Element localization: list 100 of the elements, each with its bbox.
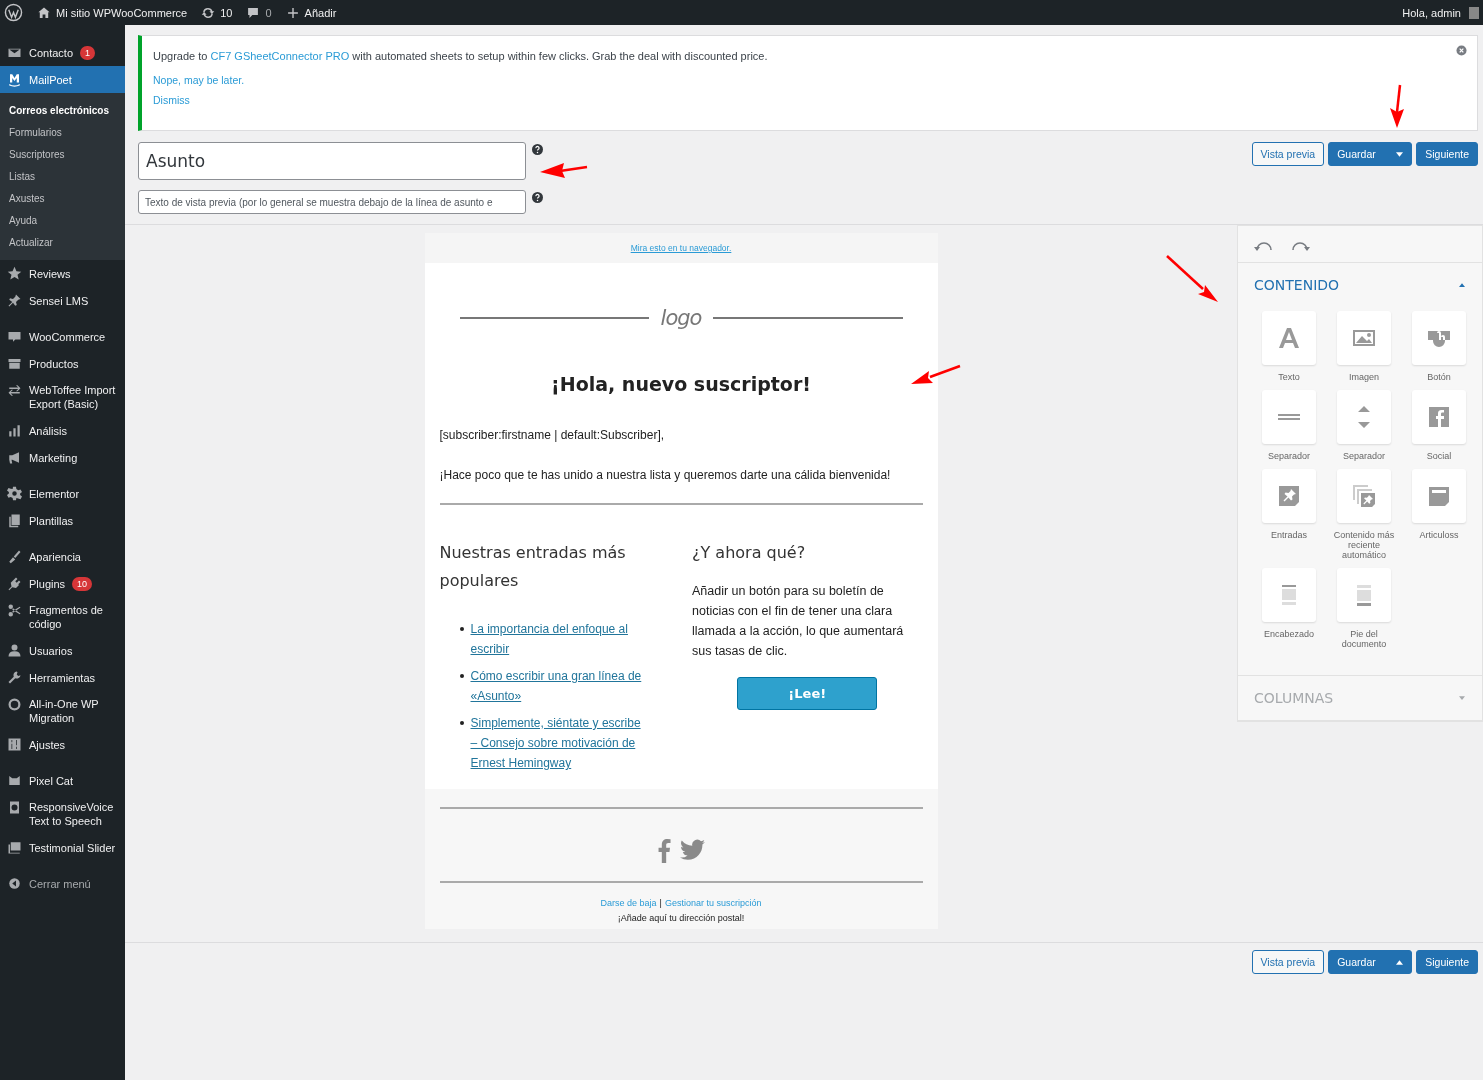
sidebar-item[interactable]: Pixel Cat [0,767,125,794]
sliders-icon [7,737,22,752]
star-icon [7,266,22,281]
bullet-icon [459,721,464,725]
sidebar-item[interactable]: WooCommerce [0,323,125,350]
preview-text-field[interactable]: Texto de vista previa (por lo general se muestra debajo de la línea de asunto e [138,190,526,214]
help-icon[interactable] [532,192,543,203]
next-button[interactable]: Siguiente [1416,142,1478,166]
sidebar-item[interactable]: MailPoet [0,66,125,93]
next-button[interactable]: Siguiente [1416,950,1478,974]
column-title: ¿Y ahora qué? [692,542,807,564]
sidebar-item[interactable]: Contacto 1 [0,39,125,66]
preview-button[interactable]: Vista previa [1251,142,1325,166]
annotation-arrow [1390,84,1404,128]
link-separator: | [659,898,662,908]
images-icon [7,840,22,855]
submenu-item[interactable]: Ayuda [0,210,125,232]
sidebar-item[interactable]: Ajustes [0,731,125,758]
post-link[interactable]: Simplemente, siéntate y escribe – Consejo sobre motivación de Ernest Hemingway [470,713,648,773]
column-text: Añadir un botón para su boletín de noticias con el fin de tener una clara llamada a la acción, lo que aumentará sus tasas de clic. [692,583,905,660]
submenu-item[interactable]: Axustes [0,188,125,210]
sidebar-item[interactable]: Elementor [0,480,125,507]
sidebar-item[interactable]: Testimonial Slider [0,834,125,861]
sidebar-item[interactable]: WebToffee Import Export (Basic) [0,377,125,417]
collapse-icon [7,876,22,891]
megaphone-icon [7,450,22,465]
comment-icon [246,5,261,20]
brush-icon [7,549,22,564]
submenu-item[interactable]: Formularios [0,122,125,144]
submenu-item[interactable]: Suscriptores [0,144,125,166]
user-icon [7,643,22,658]
save-button[interactable]: Guardar [1328,950,1413,974]
submenu-item[interactable]: Correos electrónicos [0,100,125,122]
annotation-arrow [1166,255,1218,302]
sidebar-item[interactable]: Productos [0,350,125,377]
collapse-menu-button[interactable]: Cerrar menú [0,870,125,897]
mailpoet-icon [7,72,22,87]
updates-link[interactable]: 10 [201,5,233,20]
plug-icon [7,576,22,591]
wordpress-logo-icon[interactable] [4,3,23,22]
twitter-icon[interactable] [680,839,705,861]
facebook-icon [1427,405,1451,429]
sidebar-item[interactable]: ResponsiveVoice Text to Speech [0,794,125,834]
subject-field[interactable]: Asunto [138,142,526,180]
post-link[interactable]: Cómo escribir una gran línea de «Asunto» [470,666,648,706]
wrench-icon [7,670,22,685]
letter-a-icon [1277,326,1301,350]
site-link[interactable]: Mi sitio WPWooCommerce [37,5,188,20]
sidebar-item[interactable]: Plantillas [0,507,125,534]
annotation-arrow [911,364,961,384]
bullet-icon [459,627,464,631]
new-content-link[interactable]: Añadir [285,5,337,20]
sidebar-item[interactable]: Análisis [0,417,125,444]
sidebar-item[interactable]: Fragmentos de código [0,597,125,637]
panel-section-header[interactable]: CONTENIDO [1238,263,1482,307]
preview-button[interactable]: Vista previa [1251,950,1325,974]
pin-post-icon [1277,484,1301,508]
sidebar-item[interactable]: All-in-One WP Migration [0,691,125,731]
sidebar-item[interactable]: Marketing [0,444,125,471]
content-block[interactable]: Articuloss [1404,469,1474,560]
postal-address-text: ¡Añade aquí tu dirección postal! [616,913,746,923]
content-block[interactable]: Entradas [1254,469,1324,560]
count-badge: 10 [72,576,93,591]
logo-text: logo [660,306,702,330]
help-icon[interactable] [532,144,543,155]
double-line-icon [1277,413,1301,421]
intro-text: ¡Hace poco que te has unido a nuestra lista y queremos darte una cálida bienvenida! [439,467,892,484]
submenu-item[interactable]: Listas [0,166,125,188]
sidebar-item[interactable]: Plugins 10 [0,570,125,597]
sidebar-item[interactable]: Usuarios [0,637,125,664]
refresh-icon [201,5,216,20]
arrows-icon [7,383,22,398]
count-badge: 1 [80,45,96,60]
sidebar-item[interactable]: Sensei LMS [0,287,125,314]
pages-icon [7,513,22,528]
close-icon[interactable] [1456,45,1467,56]
stacked-pin-icon [1352,484,1376,508]
pushpin-icon [7,293,22,308]
section-title: COLUMNAS [1254,690,1334,706]
facebook-icon[interactable] [657,839,671,863]
section-title: CONTENIDO [1254,277,1340,293]
submenu-item[interactable]: Actualizar [0,232,125,254]
account-link[interactable]: Hola, admin [1402,6,1479,19]
gear-icon [7,486,22,501]
content-block[interactable]: Contenido más reciente automático [1329,469,1399,560]
plus-icon [285,5,300,20]
save-button[interactable]: Guardar [1328,142,1413,166]
sidebar-item[interactable]: Apariencia [0,543,125,570]
bars-icon [7,423,22,438]
greeting-text: [subscriber:firstname | default:Subscriber], [439,427,666,444]
sidebar-item[interactable]: Herramientas [0,664,125,691]
column-title: Nuestras entradas más populares [439,542,627,592]
post-link[interactable]: La importancia del enfoque al escribir [470,619,648,659]
box-icon [7,356,22,371]
annotation-arrow [540,163,588,178]
scissors-icon [7,603,22,618]
comments-link[interactable]: 0 [246,5,272,20]
home-icon [37,5,51,20]
email-heading: ¡Hola, nuevo suscriptor! [550,373,812,395]
sidebar-item[interactable]: Reviews [0,260,125,287]
